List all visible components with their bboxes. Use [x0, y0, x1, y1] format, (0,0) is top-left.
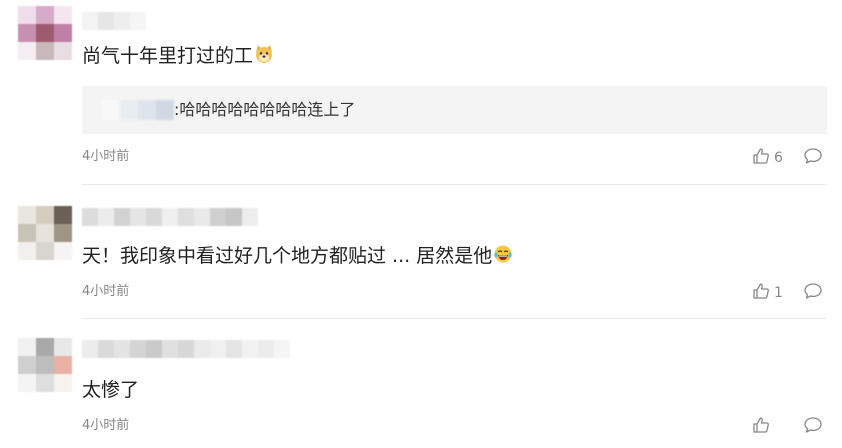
comment-text: 尚气十年里打过的工 [82, 44, 274, 70]
comment-bubble-icon [803, 283, 823, 304]
comment-body: 太惨了 [82, 379, 140, 401]
username[interactable] [82, 12, 146, 30]
timestamp: 4小时前 [82, 149, 130, 164]
avatar[interactable] [18, 338, 72, 392]
comment-body: 尚气十年里打过的工 [82, 45, 254, 67]
timestamp: 4小时前 [82, 284, 130, 299]
reply-preview[interactable]: :哈哈哈哈哈哈哈哈连上了 [82, 86, 827, 134]
comment-list: 尚气十年里打过的工 :哈哈哈哈哈哈哈哈连上了 4小时前 6 天！我印象中看过好几… [0, 0, 842, 448]
reply-username[interactable] [102, 100, 174, 120]
like-button[interactable]: 1 [752, 282, 783, 304]
like-button[interactable]: 6 [752, 147, 783, 169]
comment-bubble-icon [803, 417, 823, 438]
comment-text: 天！我印象中看过好几个地方都贴过 ... 居然是他 [82, 244, 513, 270]
thumbs-up-icon [752, 282, 770, 304]
comment-text: 太惨了 [82, 378, 139, 402]
username[interactable] [82, 340, 290, 358]
timestamp: 4小时前 [82, 418, 130, 433]
like-count: 6 [774, 150, 783, 166]
divider [82, 318, 827, 319]
username[interactable] [82, 208, 258, 226]
avatar[interactable] [18, 6, 72, 60]
reply-text: :哈哈哈哈哈哈哈哈连上了 [174, 100, 356, 119]
like-count: 1 [774, 285, 783, 301]
reply-button[interactable] [803, 282, 823, 304]
reply-button[interactable] [803, 416, 823, 438]
thumbs-up-icon [752, 416, 770, 438]
divider [82, 184, 827, 185]
like-button[interactable] [752, 416, 774, 438]
doge-emoji-icon [254, 44, 274, 70]
comment-body: 天！我印象中看过好几个地方都贴过 ... 居然是他 [82, 245, 493, 267]
thumbs-up-icon [752, 147, 770, 169]
avatar[interactable] [18, 206, 72, 260]
comment-bubble-icon [803, 148, 823, 169]
laughing-tears-emoji-icon [493, 244, 513, 270]
reply-button[interactable] [803, 147, 823, 169]
